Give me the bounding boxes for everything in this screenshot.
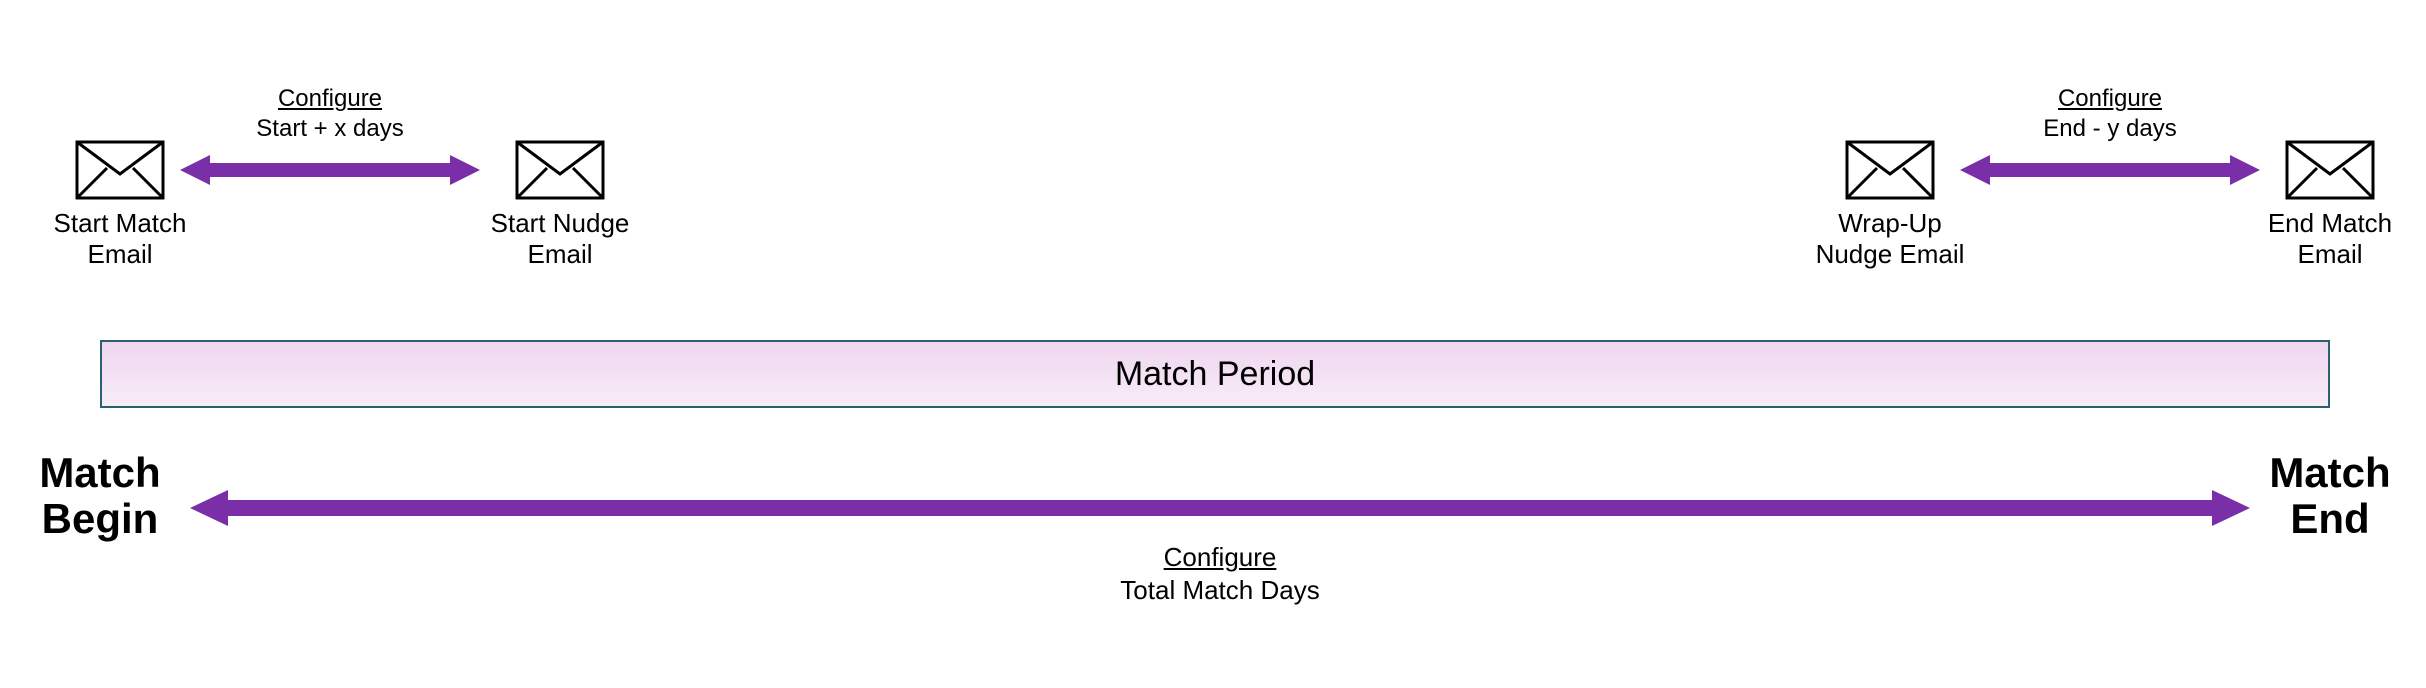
email-wrap-up-nudge: Wrap-Up Nudge Email (1790, 140, 1990, 270)
match-period-diagram: Configure Start + x days Configure End -… (0, 0, 2426, 688)
envelope-icon (2285, 140, 2375, 200)
bottom-configure-sub: Total Match Days (1120, 575, 1319, 606)
email-start-match-line2: Email (87, 239, 152, 270)
top-annot-right: Configure End - y days (1960, 85, 2260, 187)
email-end-match: End Match Email (2240, 140, 2420, 270)
top-annot-left: Configure Start + x days (180, 85, 480, 187)
match-end-line2: End (2260, 496, 2400, 542)
double-arrow-left (180, 153, 480, 187)
email-start-nudge: Start Nudge Email (470, 140, 650, 270)
configure-sub-right: End - y days (2043, 115, 2176, 143)
envelope-icon (75, 140, 165, 200)
match-end-label: Match End (2260, 450, 2400, 542)
match-period-bar: Match Period (100, 340, 2330, 408)
match-begin-label: Match Begin (30, 450, 170, 542)
bottom-configure: Configure Total Match Days (1120, 542, 1319, 616)
configure-label-left: Configure (278, 85, 382, 113)
envelope-icon (515, 140, 605, 200)
email-end-match-line1: End Match (2268, 208, 2392, 239)
email-wrap-up-line2: Nudge Email (1816, 239, 1965, 270)
match-period-label: Match Period (1115, 355, 1315, 394)
bottom-configure-label: Configure (1120, 542, 1319, 573)
email-start-match-line1: Start Match (54, 208, 187, 239)
match-begin-line2: Begin (30, 496, 170, 542)
configure-sub-left: Start + x days (256, 115, 403, 143)
match-begin-line1: Match (30, 450, 170, 496)
email-start-nudge-line1: Start Nudge (491, 208, 630, 239)
configure-label-right: Configure (2058, 85, 2162, 113)
match-end-line1: Match (2260, 450, 2400, 496)
email-end-match-line2: Email (2297, 239, 2362, 270)
double-arrow-right (1960, 153, 2260, 187)
email-start-nudge-line2: Email (527, 239, 592, 270)
envelope-icon (1845, 140, 1935, 200)
email-start-match: Start Match Email (30, 140, 210, 270)
double-arrow-bottom (190, 488, 2250, 528)
email-wrap-up-line1: Wrap-Up (1838, 208, 1942, 239)
bottom-arrow-group: Configure Total Match Days (190, 488, 2250, 616)
